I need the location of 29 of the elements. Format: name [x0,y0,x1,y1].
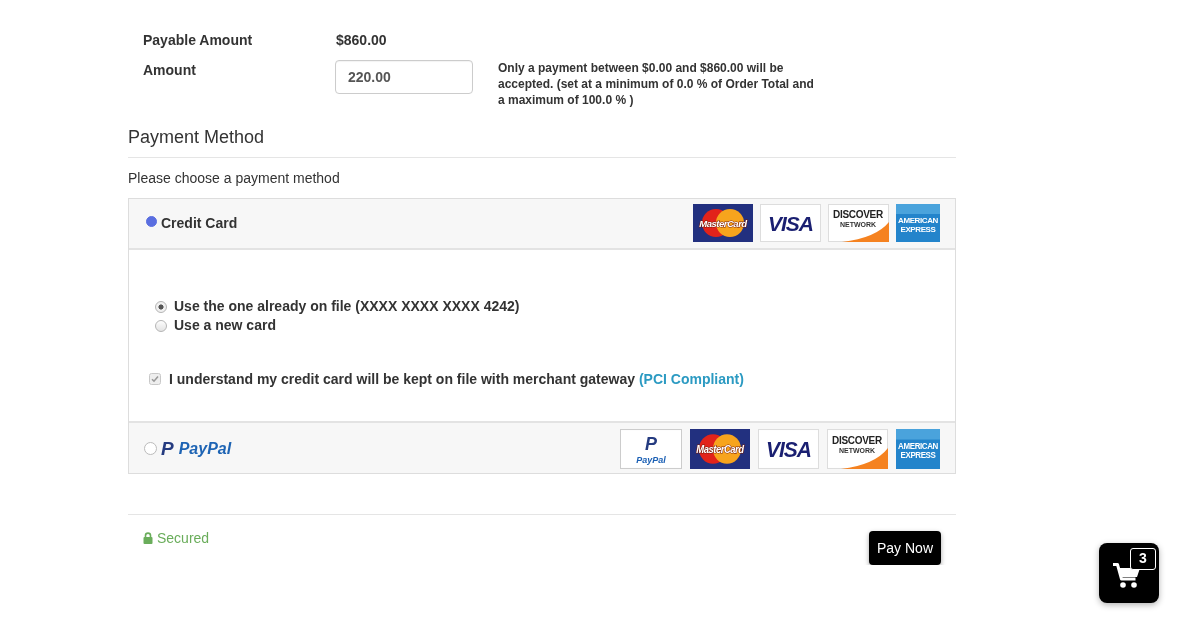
radio-button[interactable] [146,215,157,227]
payable-amount-label: Payable Amount [143,31,254,50]
method-label: PayPal [178,439,232,459]
radio-button[interactable] [155,300,167,313]
pay-now-button[interactable]: Pay Now [868,531,941,565]
cart-button[interactable]: 3 [1099,543,1159,603]
prompt-text: Please choose a payment method [128,169,341,188]
option-label: Use a new card [174,316,276,335]
discover-logo: DISCOVER NETWORK [827,429,888,469]
lock-icon [143,532,153,544]
amex-logo: AMERICAN EXPRESS [896,204,940,242]
radio-button[interactable] [155,319,167,332]
visa-logo: VISA [760,204,821,242]
logo-mark: P [161,439,174,459]
amount-label: Amount [143,61,197,80]
option-label: Use the one already on file (XXXX XXXX XXXX 4242) [174,297,520,316]
cart-icon [1113,562,1141,589]
amount-input[interactable]: 220.00 [335,60,473,94]
cart-count-badge: 3 [1130,548,1156,570]
amex-logo: AMERICAN EXPRESS [896,429,940,469]
method-label: Credit Card [161,214,238,233]
consent-text: I understand my credit card will be kept on file with merchant gateway (PCI Compliant) [169,370,744,389]
radio-button[interactable] [144,442,157,455]
section-heading: Payment Method [128,127,266,147]
secured-label: Secured [157,529,210,548]
visa-logo: VISA [758,429,819,469]
payable-amount-value: $860.00 [336,31,387,50]
paypal-logo: P PayPal [620,429,682,469]
amount-note: Only a payment between $0.00 and $860.00 will be accepted. (set at a minimum of 0.0 % of Order Total and a maximum of 100.0 % ) [498,60,815,108]
